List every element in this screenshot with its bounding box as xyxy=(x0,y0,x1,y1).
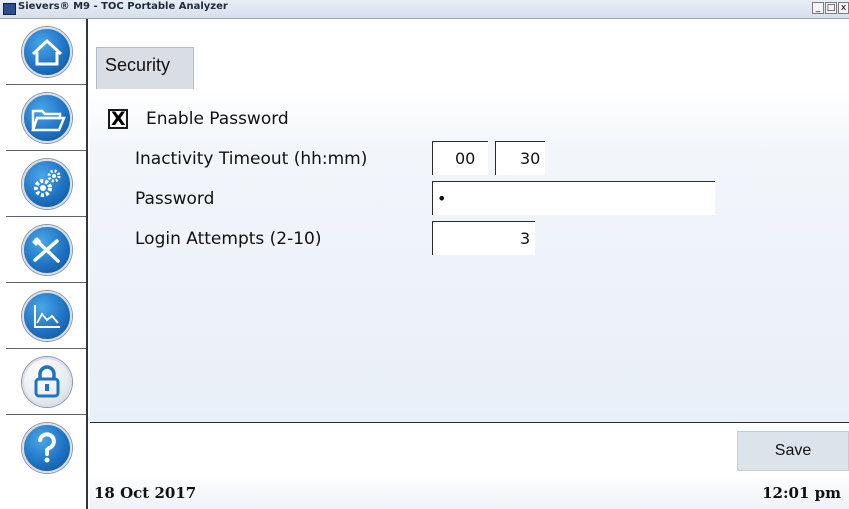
timeout-hours-value: 00 xyxy=(455,149,476,168)
tab-strip: Security xyxy=(90,19,849,89)
status-bar: 18 Oct 2017 12:01 pm xyxy=(90,474,849,509)
title-bar: Sievers® M9 - TOC Portable Analyzer _ □ … xyxy=(0,0,849,19)
sidebar-item-data[interactable] xyxy=(6,283,86,349)
sidebar-item-tools[interactable] xyxy=(6,217,86,283)
sidebar-item-home[interactable] xyxy=(6,19,86,85)
enable-password-checkbox[interactable]: X xyxy=(108,108,128,130)
enable-password-label: Enable Password xyxy=(146,109,289,129)
sidebar-item-help[interactable] xyxy=(6,415,86,481)
password-label: Password xyxy=(135,189,215,209)
maximize-button[interactable]: □ xyxy=(825,2,837,14)
timeout-minutes-value: 30 xyxy=(520,149,541,168)
app-icon xyxy=(3,3,16,15)
status-time: 12:01 pm xyxy=(762,484,841,502)
sidebar-item-security[interactable] xyxy=(6,349,86,415)
save-button-label: Save xyxy=(774,442,812,459)
login-attempts-label: Login Attempts (2-10) xyxy=(135,229,322,249)
sidebar-item-settings[interactable] xyxy=(6,151,86,217)
save-button[interactable]: Save xyxy=(737,431,849,471)
help-icon xyxy=(38,432,56,463)
action-bar: Save xyxy=(90,422,849,475)
timeout-hours-input[interactable]: 00 xyxy=(432,141,488,175)
timeout-minutes-input[interactable]: 30 xyxy=(495,141,545,175)
inactivity-timeout-label: Inactivity Timeout (hh:mm) xyxy=(135,149,368,169)
tab-security-label: Security xyxy=(105,55,171,75)
login-attempts-value: 3 xyxy=(520,229,531,248)
password-field[interactable]: • xyxy=(432,181,715,215)
tab-security[interactable]: Security xyxy=(96,47,194,89)
folder-icon xyxy=(31,109,66,132)
lock-icon xyxy=(34,365,60,398)
password-value: • xyxy=(437,189,447,208)
tools-icon xyxy=(32,237,60,263)
security-panel: X Enable Password Inactivity Timeout (hh… xyxy=(90,89,849,422)
sidebar-nav xyxy=(0,19,88,509)
gears-icon xyxy=(34,169,61,197)
home-icon xyxy=(31,38,63,66)
login-attempts-field[interactable]: 3 xyxy=(432,221,535,255)
sidebar-item-files[interactable] xyxy=(6,85,86,151)
chart-icon xyxy=(34,305,60,328)
close-button[interactable]: x xyxy=(838,2,849,14)
window-title: Sievers® M9 - TOC Portable Analyzer xyxy=(18,1,228,12)
status-date: 18 Oct 2017 xyxy=(94,484,197,502)
checkbox-mark: X xyxy=(111,108,126,130)
minimize-button[interactable]: _ xyxy=(812,2,824,14)
